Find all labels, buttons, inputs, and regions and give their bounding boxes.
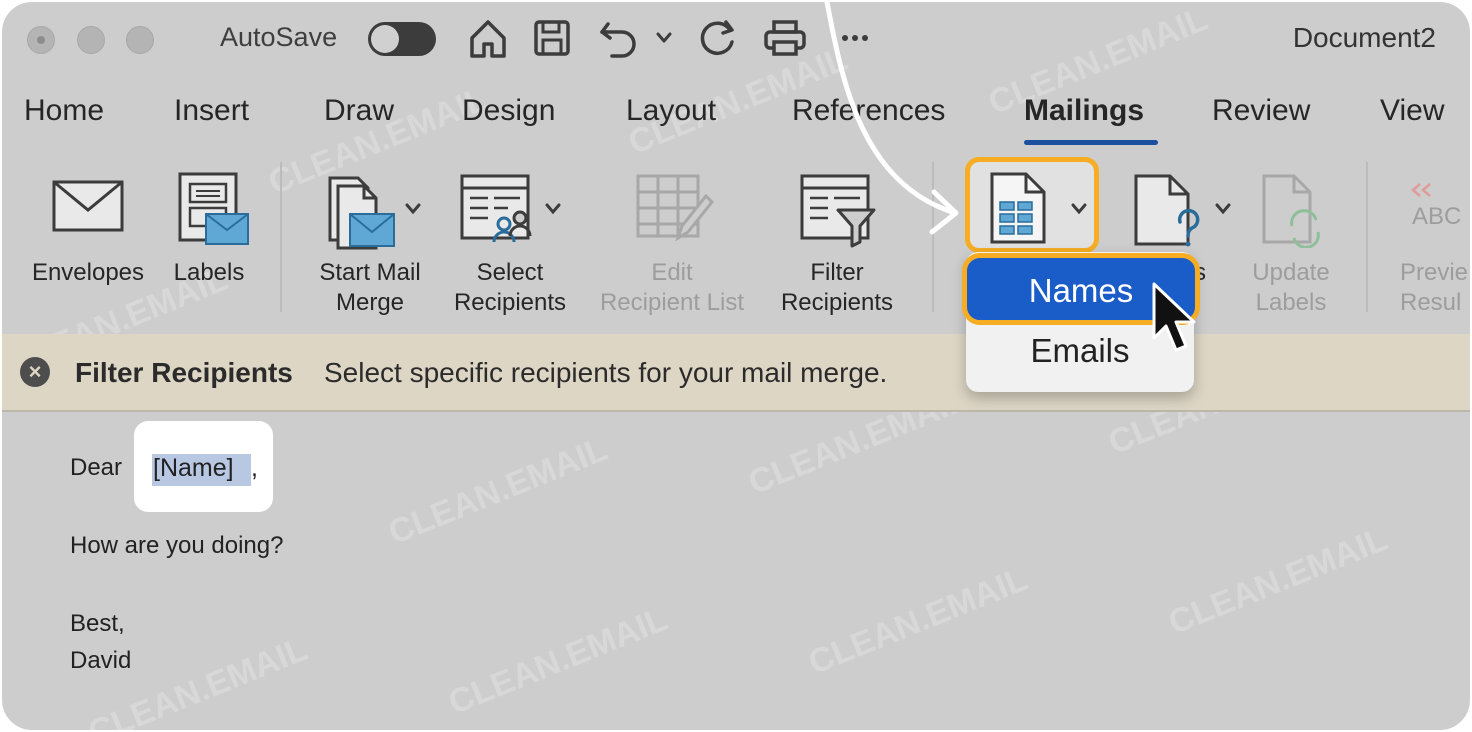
abc-glyph: ABC — [1412, 203, 1462, 230]
edit-recipient-list-button[interactable]: Edit Recipient List — [584, 162, 760, 316]
tab-view[interactable]: View — [1380, 94, 1444, 128]
chevron-down-icon — [1215, 203, 1231, 215]
undo-dropdown-chevron-icon[interactable] — [654, 28, 674, 48]
tab-review[interactable]: Review — [1212, 94, 1310, 128]
labels-button[interactable]: Labels — [162, 162, 256, 312]
document-title: Document2 — [1292, 22, 1436, 53]
envelopes-button[interactable]: Envelopes — [22, 162, 154, 312]
home-icon[interactable] — [468, 16, 508, 60]
chevron-down-icon — [1071, 203, 1087, 215]
start-mail-merge-icon — [328, 176, 395, 250]
merge-field-icon — [990, 172, 1046, 244]
update-labels-icon — [1262, 174, 1320, 248]
preview-results-button[interactable]: ABC Previe Resul — [1392, 162, 1470, 316]
comma-text: , — [251, 454, 258, 482]
update-labels-label: Update Labels — [1252, 259, 1330, 316]
preview-arrows-icon — [1411, 183, 1431, 197]
undo-icon[interactable] — [598, 16, 644, 60]
preview-results-label: Previe Resul — [1400, 259, 1469, 316]
start-mail-merge-button[interactable]: Start Mail Merge — [302, 162, 438, 316]
edit-recipient-list-icon — [636, 174, 714, 242]
chevron-down-icon — [405, 203, 421, 215]
close-infobar-icon[interactable]: × — [20, 357, 50, 387]
infobar-message: Select specific recipients for your mail… — [324, 357, 888, 388]
tab-insert[interactable]: Insert — [174, 94, 249, 128]
redo-icon[interactable] — [696, 16, 740, 60]
active-tab-indicator — [1024, 140, 1158, 145]
zoom-window-button[interactable] — [126, 26, 154, 54]
info-bar: × Filter Recipients Select specific reci… — [2, 334, 1470, 412]
ribbon-separator — [280, 162, 282, 312]
tab-home[interactable]: Home — [24, 94, 104, 128]
labels-icon — [178, 172, 249, 245]
body-line: How are you doing? — [70, 532, 284, 559]
tab-draw[interactable]: Draw — [324, 94, 394, 128]
ribbon-separator — [1366, 162, 1368, 312]
update-labels-button[interactable]: Update Labels — [1238, 162, 1344, 316]
filter-recipients-label: Filter Recipients — [780, 259, 894, 316]
close-window-button[interactable] — [27, 26, 55, 54]
annotation-arrow-icon — [824, 2, 959, 235]
tab-mailings[interactable]: Mailings — [1024, 94, 1144, 128]
labels-label: Labels — [173, 259, 245, 286]
select-recipients-label: Select Recipients — [453, 259, 567, 316]
title-bar: AutoSave Document2 — [2, 2, 1470, 82]
insert-merge-field-button[interactable] — [965, 157, 1099, 253]
autosave-label: AutoSave — [220, 22, 338, 52]
infobar-title: Filter Recipients — [75, 357, 293, 388]
signature-text: David — [70, 647, 132, 674]
select-recipients-button[interactable]: Select Recipients — [442, 162, 578, 316]
mouse-cursor-icon — [1152, 282, 1196, 352]
salutation-text: Dear — [70, 454, 123, 481]
tab-design[interactable]: Design — [462, 94, 555, 128]
autosave-toggle[interactable] — [368, 22, 436, 56]
closing-text: Best, — [70, 610, 125, 637]
edit-recipient-list-label: Edit Recipient List — [599, 259, 745, 316]
start-mail-merge-label: Start Mail Merge — [319, 259, 421, 316]
tab-layout[interactable]: Layout — [626, 94, 716, 128]
rules-icon — [1134, 174, 1200, 247]
name-merge-field[interactable]: [Name] — [153, 454, 234, 483]
select-recipients-icon — [460, 174, 532, 243]
envelopes-label: Envelopes — [31, 259, 145, 286]
save-icon[interactable] — [532, 16, 572, 60]
chevron-down-icon — [545, 203, 561, 215]
minimize-window-button[interactable] — [77, 26, 105, 54]
app-window: CLEAN.EMAIL CLEAN.EMAIL CLEAN.EMAIL CLEA… — [2, 2, 1470, 730]
envelope-icon — [52, 180, 124, 232]
